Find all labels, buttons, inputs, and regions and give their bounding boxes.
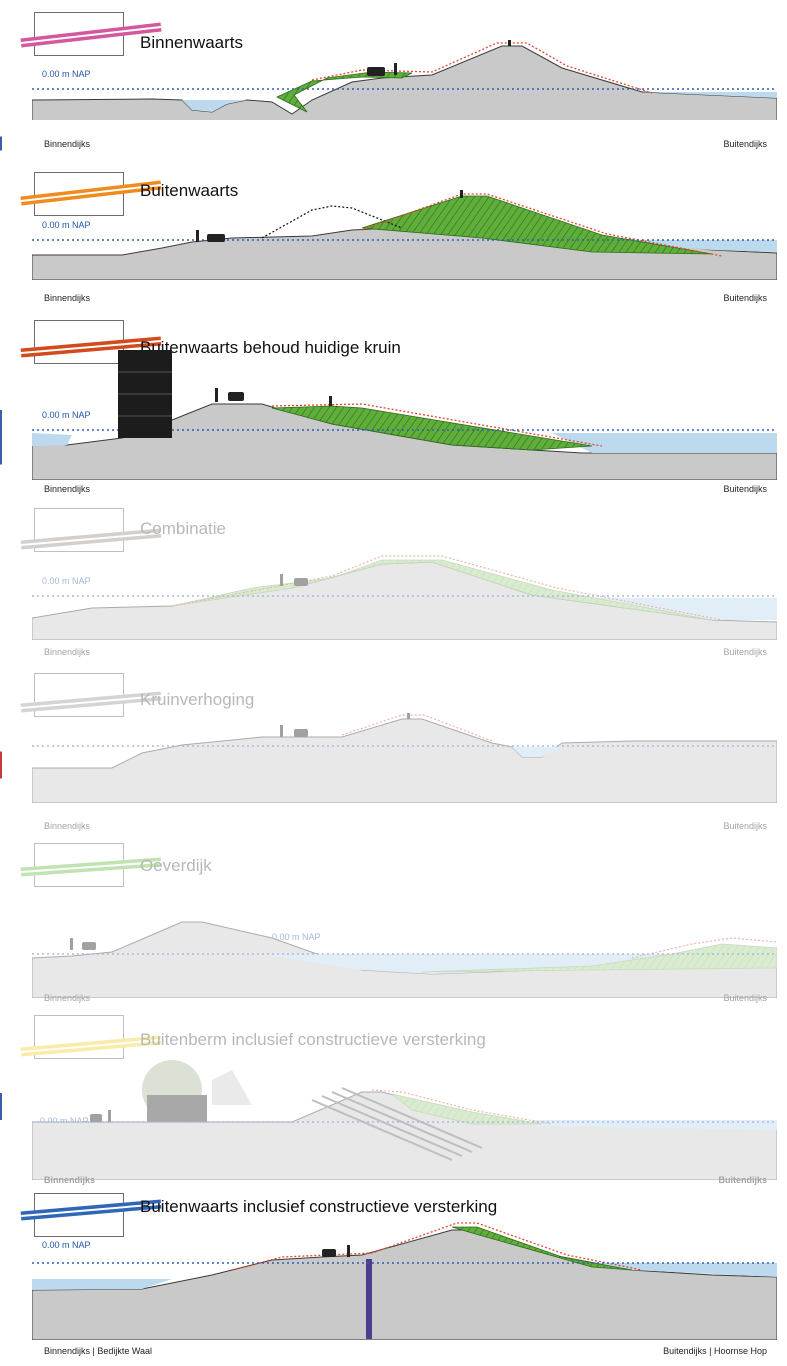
left-side-label: Binnendijks | Bedijkte Waal	[44, 1346, 153, 1356]
dike-cross-section	[32, 1222, 777, 1340]
dike-cross-section	[32, 1060, 777, 1180]
left-side-label: Binnendijks	[44, 647, 91, 657]
dike-cross-section	[32, 921, 777, 998]
legend-box	[20, 673, 162, 717]
panel-title: Buitenwaarts inclusief constructieve ver…	[140, 1197, 498, 1216]
dike-cross-section	[32, 555, 777, 640]
right-side-label: Buitendijks	[723, 993, 767, 1003]
panel-buitenwaarts-behoud: Buitenwaarts behoud huidige kruin 0.00 m…	[0, 310, 787, 500]
dike-cross-section	[32, 40, 777, 120]
panel-title: Oeverdijk	[140, 856, 212, 875]
right-side-label: Buitendijks	[723, 647, 767, 657]
panel-buitenwaarts-constructief: Buitenwaarts inclusief constructieve ver…	[0, 1185, 787, 1366]
right-side-label: Buitendijks	[718, 1175, 767, 1185]
left-side-label: Binnendijks	[44, 139, 91, 149]
panel-combinatie: Combinatie 0.00 m NAP Binnendijks Buiten…	[0, 500, 787, 665]
dike-cross-section	[32, 713, 777, 803]
legend-box	[20, 843, 162, 887]
right-side-label: Buitendijks	[723, 821, 767, 831]
right-side-label: Buitendijks	[723, 293, 767, 303]
panel-buitenwaarts: Buitenwaarts 0.00 m NAP Binnendijks Buit…	[0, 160, 787, 310]
legend-box	[20, 508, 162, 552]
left-side-label: Binnendijks	[44, 484, 91, 494]
grey-stripe-icon	[20, 691, 162, 713]
left-side-label: Binnendijks	[44, 1175, 96, 1185]
left-side-label: Binnendijks	[44, 993, 91, 1003]
right-side-label: Buitendijks	[723, 139, 767, 149]
green-stripe-icon	[20, 857, 162, 877]
right-side-label: Buitendijks	[723, 484, 767, 494]
left-side-label: Binnendijks	[44, 821, 91, 831]
right-side-label: Buitendijks | Hoornse Hop	[663, 1346, 767, 1356]
left-side-label: Binnendijks	[44, 293, 91, 303]
dike-cross-section	[32, 350, 777, 480]
panel-kruinverhoging: Kruinverhoging Binnendijks Buitendijks	[0, 665, 787, 835]
dike-cross-section	[32, 190, 777, 280]
taupe-stripe-icon	[20, 528, 162, 550]
panel-title: Buitenberm inclusief constructieve verst…	[140, 1030, 486, 1049]
panel-oeverdijk: Oeverdijk 0.00 m NAP Binnendijks Buitend…	[0, 835, 787, 1005]
panel-binnenwaarts: Binnenwaarts 0.00 m NAP Binnendijks Buit…	[0, 0, 787, 160]
panel-title: Kruinverhoging	[140, 690, 255, 709]
panel-buitenberm: Buitenberm inclusief constructieve verst…	[0, 1005, 787, 1185]
panel-title: Combinatie	[140, 519, 226, 538]
